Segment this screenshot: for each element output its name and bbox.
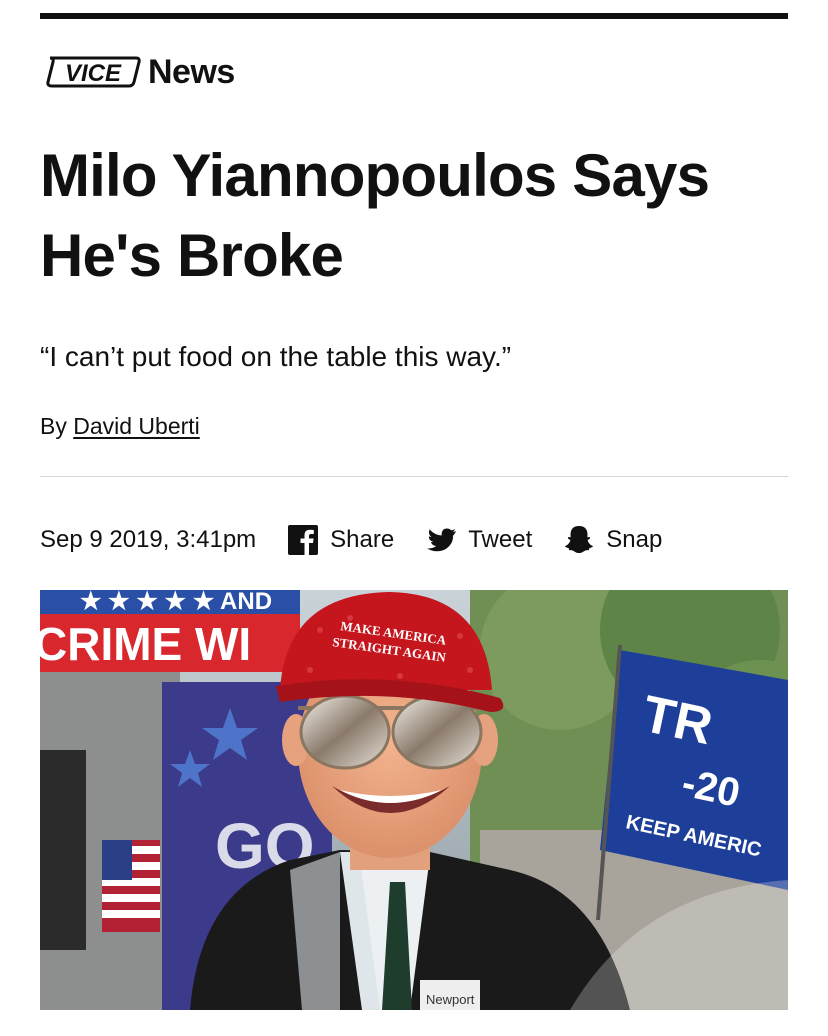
- top-rule: [40, 13, 788, 19]
- divider: [40, 476, 788, 477]
- headline: Milo Yiannopoulos Says He's Broke: [40, 142, 710, 289]
- dek: “I can’t put food on the table this way.…: [40, 341, 512, 372]
- banner-top-text: ★ ★ ★ ★ ★ AND: [80, 590, 272, 615]
- banner-main-text: CRIME WI: [40, 618, 251, 670]
- byline: By David Uberti: [40, 411, 200, 441]
- sunglasses-left-lens: [299, 694, 391, 770]
- camera: [40, 750, 86, 950]
- hero-image: ★ ★ ★ ★ ★ AND CRIME WI GO TR -20 KEEP AM…: [40, 590, 788, 1010]
- twitter-share-button[interactable]: Tweet: [424, 523, 532, 557]
- byline-prefix: By: [40, 413, 67, 439]
- name-badge-text: Newport: [426, 992, 475, 1007]
- vice-logo: VICE: [46, 56, 141, 88]
- twitter-icon: [427, 528, 457, 552]
- hero-photo: ★ ★ ★ ★ ★ AND CRIME WI GO TR -20 KEEP AM…: [40, 590, 788, 1010]
- masthead[interactable]: VICE News: [44, 52, 235, 92]
- facebook-icon: [288, 525, 319, 555]
- share-label: Share: [330, 526, 395, 553]
- snapchat-share-button[interactable]: Snap: [562, 523, 662, 557]
- snapchat-icon: [565, 526, 594, 553]
- vice-logo-text: VICE: [65, 60, 122, 87]
- timestamp: Sep 9 2019, 3:41pm: [40, 526, 257, 553]
- sunglasses-right-lens: [391, 694, 483, 770]
- tweet-label: Tweet: [468, 526, 533, 553]
- section-name[interactable]: News: [148, 54, 235, 90]
- article-meta: Sep 9 2019, 3:41pm Share Tweet Snap: [40, 520, 692, 560]
- author-link[interactable]: David Uberti: [73, 413, 200, 439]
- snap-label: Snap: [606, 526, 663, 553]
- facebook-share-button[interactable]: Share: [286, 523, 394, 557]
